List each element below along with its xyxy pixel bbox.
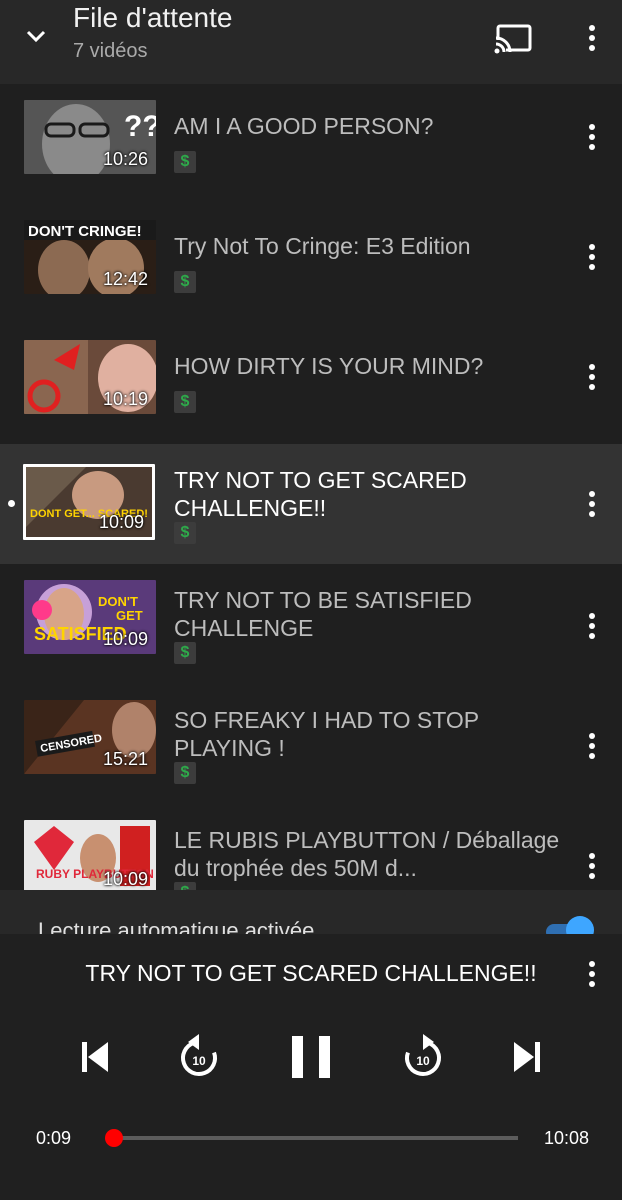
video-duration: 10:19 [102,389,148,409]
rewind-seconds: 10 [192,1054,206,1068]
more-vert-icon[interactable] [580,121,604,153]
more-vert-icon[interactable] [580,610,604,642]
now-playing-indicator [8,500,15,507]
video-thumbnail[interactable]: 10:19 [24,340,156,414]
queue-count: 7 vidéos [73,40,148,62]
scrubber-handle[interactable] [105,1129,124,1147]
video-duration: 10:26 [102,149,148,169]
video-thumbnail[interactable]: DON'T CRINGE! 12:42 [24,220,156,294]
video-title[interactable]: LE RUBIS PLAYBUTTON / Déballage du troph… [174,826,564,882]
video-duration: 15:21 [102,749,148,769]
queue-header: File d'attente 7 vidéos [0,0,622,84]
skip-previous-icon[interactable] [80,1040,110,1074]
video-thumbnail[interactable]: ?? 10:26 [24,100,156,174]
dollar-icon: $ [174,391,196,413]
video-thumbnail[interactable]: RUBY PLAYBUTTON 10:09 [24,820,156,894]
queue-item[interactable]: DON'T GET SATISFIED 10:09 TRY NOT TO BE … [0,564,622,684]
video-title[interactable]: Try Not To Cringe: E3 Edition [174,232,564,260]
more-vert-icon[interactable] [580,241,604,273]
queue-item[interactable]: 10:19 HOW DIRTY IS YOUR MIND? $ [0,324,622,444]
video-thumbnail[interactable]: DON'T GET SATISFIED 10:09 [24,580,156,654]
video-thumbnail[interactable]: CENSORED 15:21 [24,700,156,774]
current-time: 0:09 [36,1128,72,1148]
rewind-10-icon[interactable]: 10 [178,1032,220,1080]
queue-item[interactable]: DON'T CRINGE! 12:42 Try Not To Cringe: E… [0,204,622,324]
pause-icon[interactable] [290,1034,332,1080]
autoplay-row: Lecture automatique activée [0,890,622,934]
chevron-down-icon[interactable] [22,24,50,48]
queue-title: File d'attente [73,2,233,33]
now-playing-title: TRY NOT TO GET SCARED CHALLENGE!! [85,960,537,986]
dollar-icon: $ [174,151,196,173]
skip-next-icon[interactable] [512,1040,542,1074]
svg-text:DON'T: DON'T [98,594,138,609]
video-duration: 10:09 [102,629,148,649]
video-thumbnail[interactable]: DONT GET... SCARED! 10:09 [23,464,155,540]
dollar-icon: $ [174,522,196,544]
forward-10-icon[interactable]: 10 [402,1032,444,1080]
cast-icon[interactable] [494,22,532,54]
progress-bar[interactable] [105,1129,518,1147]
dollar-icon: $ [174,271,196,293]
autoplay-label: Lecture automatique activée [38,918,315,934]
dollar-icon: $ [174,642,196,664]
more-vert-icon[interactable] [580,730,604,762]
svg-text:GET: GET [116,608,143,623]
video-title[interactable]: HOW DIRTY IS YOUR MIND? [174,352,564,380]
queue-item[interactable]: CENSORED 15:21 SO FREAKY I HAD TO STOP P… [0,684,622,804]
more-vert-icon[interactable] [580,488,604,520]
video-title[interactable]: TRY NOT TO GET SCARED CHALLENGE!! [174,466,564,522]
more-vert-icon[interactable] [580,850,604,882]
more-vert-icon[interactable] [578,22,606,54]
now-playing-bar: TRY NOT TO GET SCARED CHALLENGE!! 10 10 … [0,934,622,1200]
queue-list: ?? 10:26 AM I A GOOD PERSON? $ DON'T CRI… [0,84,622,924]
forward-seconds: 10 [416,1054,430,1068]
video-title[interactable]: AM I A GOOD PERSON? [174,112,564,140]
video-title[interactable]: TRY NOT TO BE SATISFIED CHALLENGE [174,586,564,642]
more-vert-icon[interactable] [580,361,604,393]
video-title[interactable]: SO FREAKY I HAD TO STOP PLAYING ! [174,706,564,762]
svg-text:??: ?? [124,110,156,143]
thumbnail-caption: DON'T CRINGE! [28,223,142,240]
dollar-icon: $ [174,762,196,784]
queue-item-now-playing[interactable]: DONT GET... SCARED! 10:09 TRY NOT TO GET… [0,444,622,564]
video-duration: 10:09 [98,512,144,532]
video-duration: 12:42 [102,269,148,289]
autoplay-toggle[interactable] [546,916,594,934]
video-duration: 10:09 [102,869,148,889]
more-vert-icon[interactable] [580,958,604,990]
queue-item[interactable]: ?? 10:26 AM I A GOOD PERSON? $ [0,84,622,204]
total-time: 10:08 [544,1128,590,1148]
